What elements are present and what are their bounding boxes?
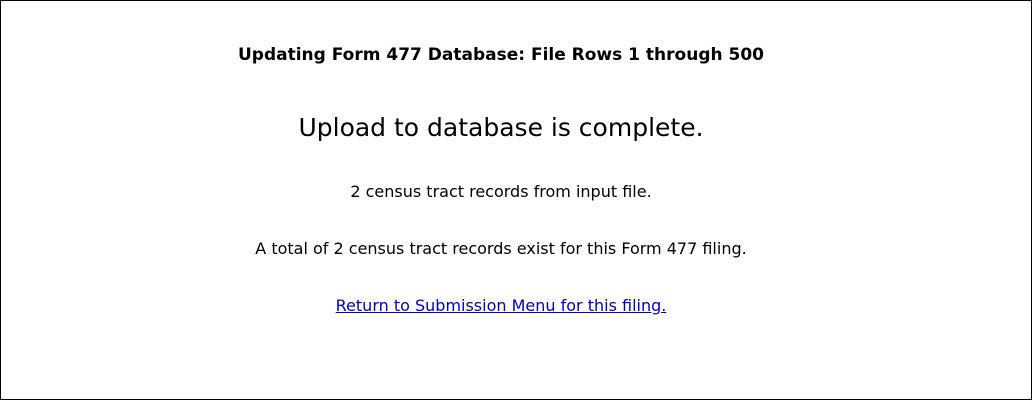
return-to-submission-menu-link[interactable]: Return to Submission Menu for this filin… <box>336 296 667 315</box>
upload-status-message: Upload to database is complete. <box>298 113 704 142</box>
return-link-row: Return to Submission Menu for this filin… <box>1 295 1001 317</box>
page-heading: Updating Form 477 Database: File Rows 1 … <box>237 45 764 65</box>
upload-result-panel: Updating Form 477 Database: File Rows 1 … <box>0 0 1032 400</box>
total-records-count: A total of 2 census tract records exist … <box>255 239 747 258</box>
input-records-count: 2 census tract records from input file. <box>350 182 652 201</box>
